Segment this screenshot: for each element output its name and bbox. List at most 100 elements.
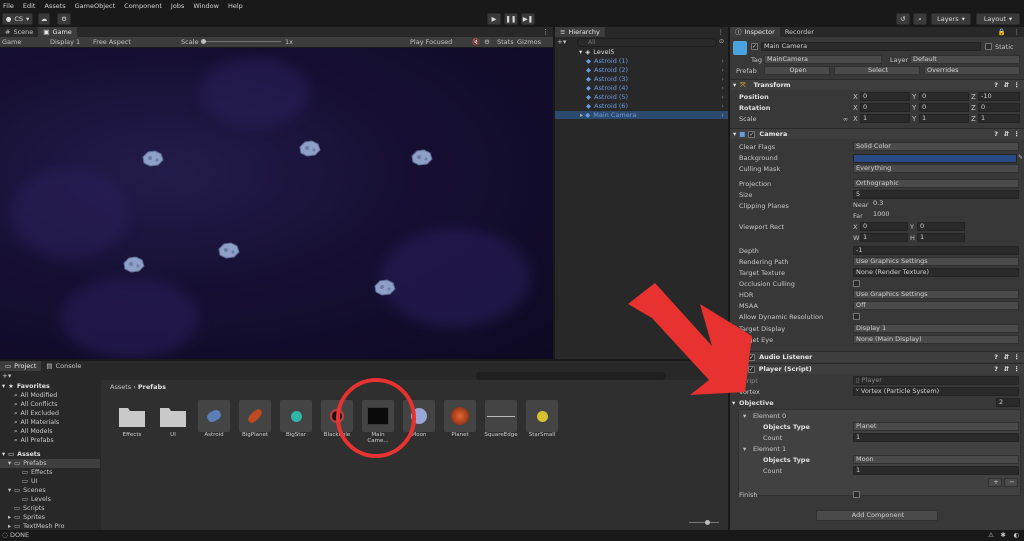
preset-icon[interactable]: ⇵ (1004, 130, 1009, 138)
asset-planet[interactable]: Planet (443, 400, 477, 438)
more-icon[interactable]: ⋮ (1014, 28, 1021, 36)
more-icon[interactable]: ⋮ (1014, 365, 1021, 373)
tree-item-sprites[interactable]: ▸ ▭ Sprites (0, 513, 100, 522)
more-icon[interactable]: ⋮ (1014, 81, 1021, 89)
menu-assets[interactable]: Assets (44, 2, 65, 10)
tab-project[interactable]: ▭ Project (0, 361, 42, 371)
play-focused-dropdown[interactable]: Play Focused (410, 38, 452, 46)
remove-element-button[interactable]: − (1004, 478, 1018, 487)
more-icon[interactable]: ⋮ (542, 28, 549, 36)
preset-icon[interactable]: ⇵ (1004, 365, 1009, 373)
prefab-open-button[interactable]: Open (764, 66, 830, 75)
add-element-button[interactable]: + (988, 478, 1002, 487)
favorite-item[interactable]: ⌕ All Excluded (0, 409, 100, 418)
history-icon[interactable]: ↺ (896, 13, 910, 25)
project-search[interactable] (476, 372, 666, 380)
play-button[interactable]: ▶ (487, 13, 501, 25)
hierarchy-item[interactable]: ◆ Astroid (3) › (555, 75, 728, 83)
asset-moon[interactable]: Moon (402, 400, 436, 438)
menu-component[interactable]: Component (124, 2, 162, 10)
background-color-field[interactable] (853, 154, 1017, 163)
audio-listener-header[interactable]: ▸ ♫ ✓ Audio Listener? ⇵ ⋮ (730, 351, 1024, 362)
camera-property-checkbox[interactable] (853, 280, 860, 287)
game-view-dropdown[interactable]: Game (2, 38, 21, 46)
menu-gameobject[interactable]: GameObject (75, 2, 116, 10)
camera-property-field[interactable]: 5 (853, 190, 1019, 199)
camera-enabled-checkbox[interactable]: ✓ (748, 130, 756, 138)
assets-header[interactable]: ▾ ▭ Assets (0, 450, 100, 459)
player-script-header[interactable]: ▾ # ✓ Player (Script)? ⇵ ⋮ (730, 363, 1024, 374)
camera-property-dropdown[interactable]: Orthographic (853, 179, 1019, 188)
breadcrumb-prefabs[interactable]: Prefabs (138, 383, 166, 391)
camera-property-dropdown[interactable]: Use Graphics Settings (853, 257, 1019, 266)
scale-x-field[interactable]: 1 (860, 114, 910, 123)
help-icon[interactable]: ? (994, 130, 998, 138)
scale-y-field[interactable]: 1 (919, 114, 969, 123)
thumbnail-size-handle[interactable] (705, 520, 710, 525)
expand-icon[interactable]: ▾ (743, 445, 746, 453)
more-icon[interactable]: ⋮ (1014, 353, 1021, 361)
tree-item-levels[interactable]: ▭ Levels (0, 495, 100, 504)
camera-property-dropdown[interactable]: Display 1 (853, 324, 1019, 333)
overrides-dropdown[interactable]: Overrides (924, 66, 1020, 75)
rotation-y-field[interactable]: 0 (919, 103, 969, 112)
menu-edit[interactable]: Edit (23, 2, 36, 10)
favorite-item[interactable]: ⌕ All Prefabs (0, 436, 100, 445)
help-icon[interactable]: ? (994, 365, 998, 373)
asset-folder-effects[interactable]: Effects (115, 400, 149, 438)
camera-property-dropdown[interactable]: Solid Color (853, 142, 1019, 151)
hierarchy-search[interactable]: All (577, 38, 717, 47)
link-icon[interactable]: ∞ (843, 116, 848, 123)
aspect-dropdown[interactable]: Free Aspect (93, 38, 131, 46)
progress-icon[interactable]: ◐ (1013, 531, 1019, 539)
camera-property-dropdown[interactable]: Off (853, 301, 1019, 310)
more-icon[interactable]: ⋮ (1014, 130, 1021, 138)
expand-icon[interactable]: ▾ (743, 412, 746, 420)
cloud-icon[interactable]: ☁ (38, 13, 50, 25)
debug-icon[interactable]: ⚠ (988, 531, 994, 539)
vortex-field[interactable]: ⱽ Vortex (Particle System) (853, 387, 1019, 396)
scale-slider-handle[interactable] (201, 39, 206, 44)
position-y-field[interactable]: 0 (919, 92, 969, 101)
menu-window[interactable]: Window (193, 2, 219, 10)
breadcrumb-assets[interactable]: Assets (110, 383, 131, 391)
bug-icon[interactable]: ✱ (1001, 531, 1006, 539)
tab-hierarchy[interactable]: ≡ Hierarchy (555, 27, 605, 37)
camera-property-field[interactable]: -1 (853, 246, 1019, 255)
favorite-item[interactable]: ⌕ All Models (0, 427, 100, 436)
tab-scene[interactable]: # Scene (0, 27, 39, 37)
layers-dropdown[interactable]: Layers ▾ (931, 13, 971, 25)
script-enabled-checkbox[interactable]: ✓ (747, 365, 755, 373)
pause-button[interactable]: ❚❚ (504, 13, 518, 25)
add-icon[interactable]: +▾ (557, 38, 566, 46)
tree-item-ui[interactable]: ▭ UI (0, 477, 100, 486)
camera-header[interactable]: ▾ ■ ✓ Camera? ⇵ ⋮ (730, 128, 1024, 139)
help-icon[interactable]: ? (994, 81, 998, 89)
lock-icon[interactable]: 🔒 (998, 28, 1006, 36)
tag-dropdown[interactable]: MainCamera (764, 55, 882, 64)
camera-property-dropdown[interactable]: None (Main Display) (853, 335, 1019, 344)
asset-blackhole[interactable]: Blackhole (320, 400, 354, 438)
display-dropdown[interactable]: Display 1 (50, 38, 80, 46)
audio-enabled-checkbox[interactable]: ✓ (748, 353, 756, 361)
rotation-z-field[interactable]: 0 (978, 103, 1020, 112)
objects-type-dropdown[interactable]: Moon (853, 455, 1019, 464)
menu-help[interactable]: Help (228, 2, 243, 10)
preset-icon[interactable]: ⇵ (1004, 81, 1009, 89)
expand-icon[interactable]: ▾ (732, 399, 735, 407)
favorites-header[interactable]: ▾ ★ Favorites (0, 382, 100, 391)
tab-recorder[interactable]: Recorder (779, 27, 819, 37)
camera-property-checkbox[interactable] (853, 313, 860, 320)
settings-icon[interactable]: ⚙ (57, 13, 71, 25)
hierarchy-item[interactable]: ◆ Astroid (4) › (555, 84, 728, 92)
position-x-field[interactable]: 0 (860, 92, 910, 101)
hierarchy-item-selected[interactable]: ▸ ◆ Main Camera › (555, 111, 728, 119)
viewport-x-field[interactable]: 0 (860, 222, 908, 231)
static-checkbox[interactable] (985, 43, 992, 52)
tab-game[interactable]: ▣ Game (38, 27, 77, 37)
finish-checkbox[interactable] (853, 490, 860, 500)
camera-property-field[interactable]: None (Render Texture) (853, 268, 1019, 277)
active-checkbox[interactable]: ✓ (751, 42, 758, 50)
add-component-button[interactable]: Add Component (816, 510, 938, 521)
asset-astroid[interactable]: Astroid (197, 400, 231, 438)
